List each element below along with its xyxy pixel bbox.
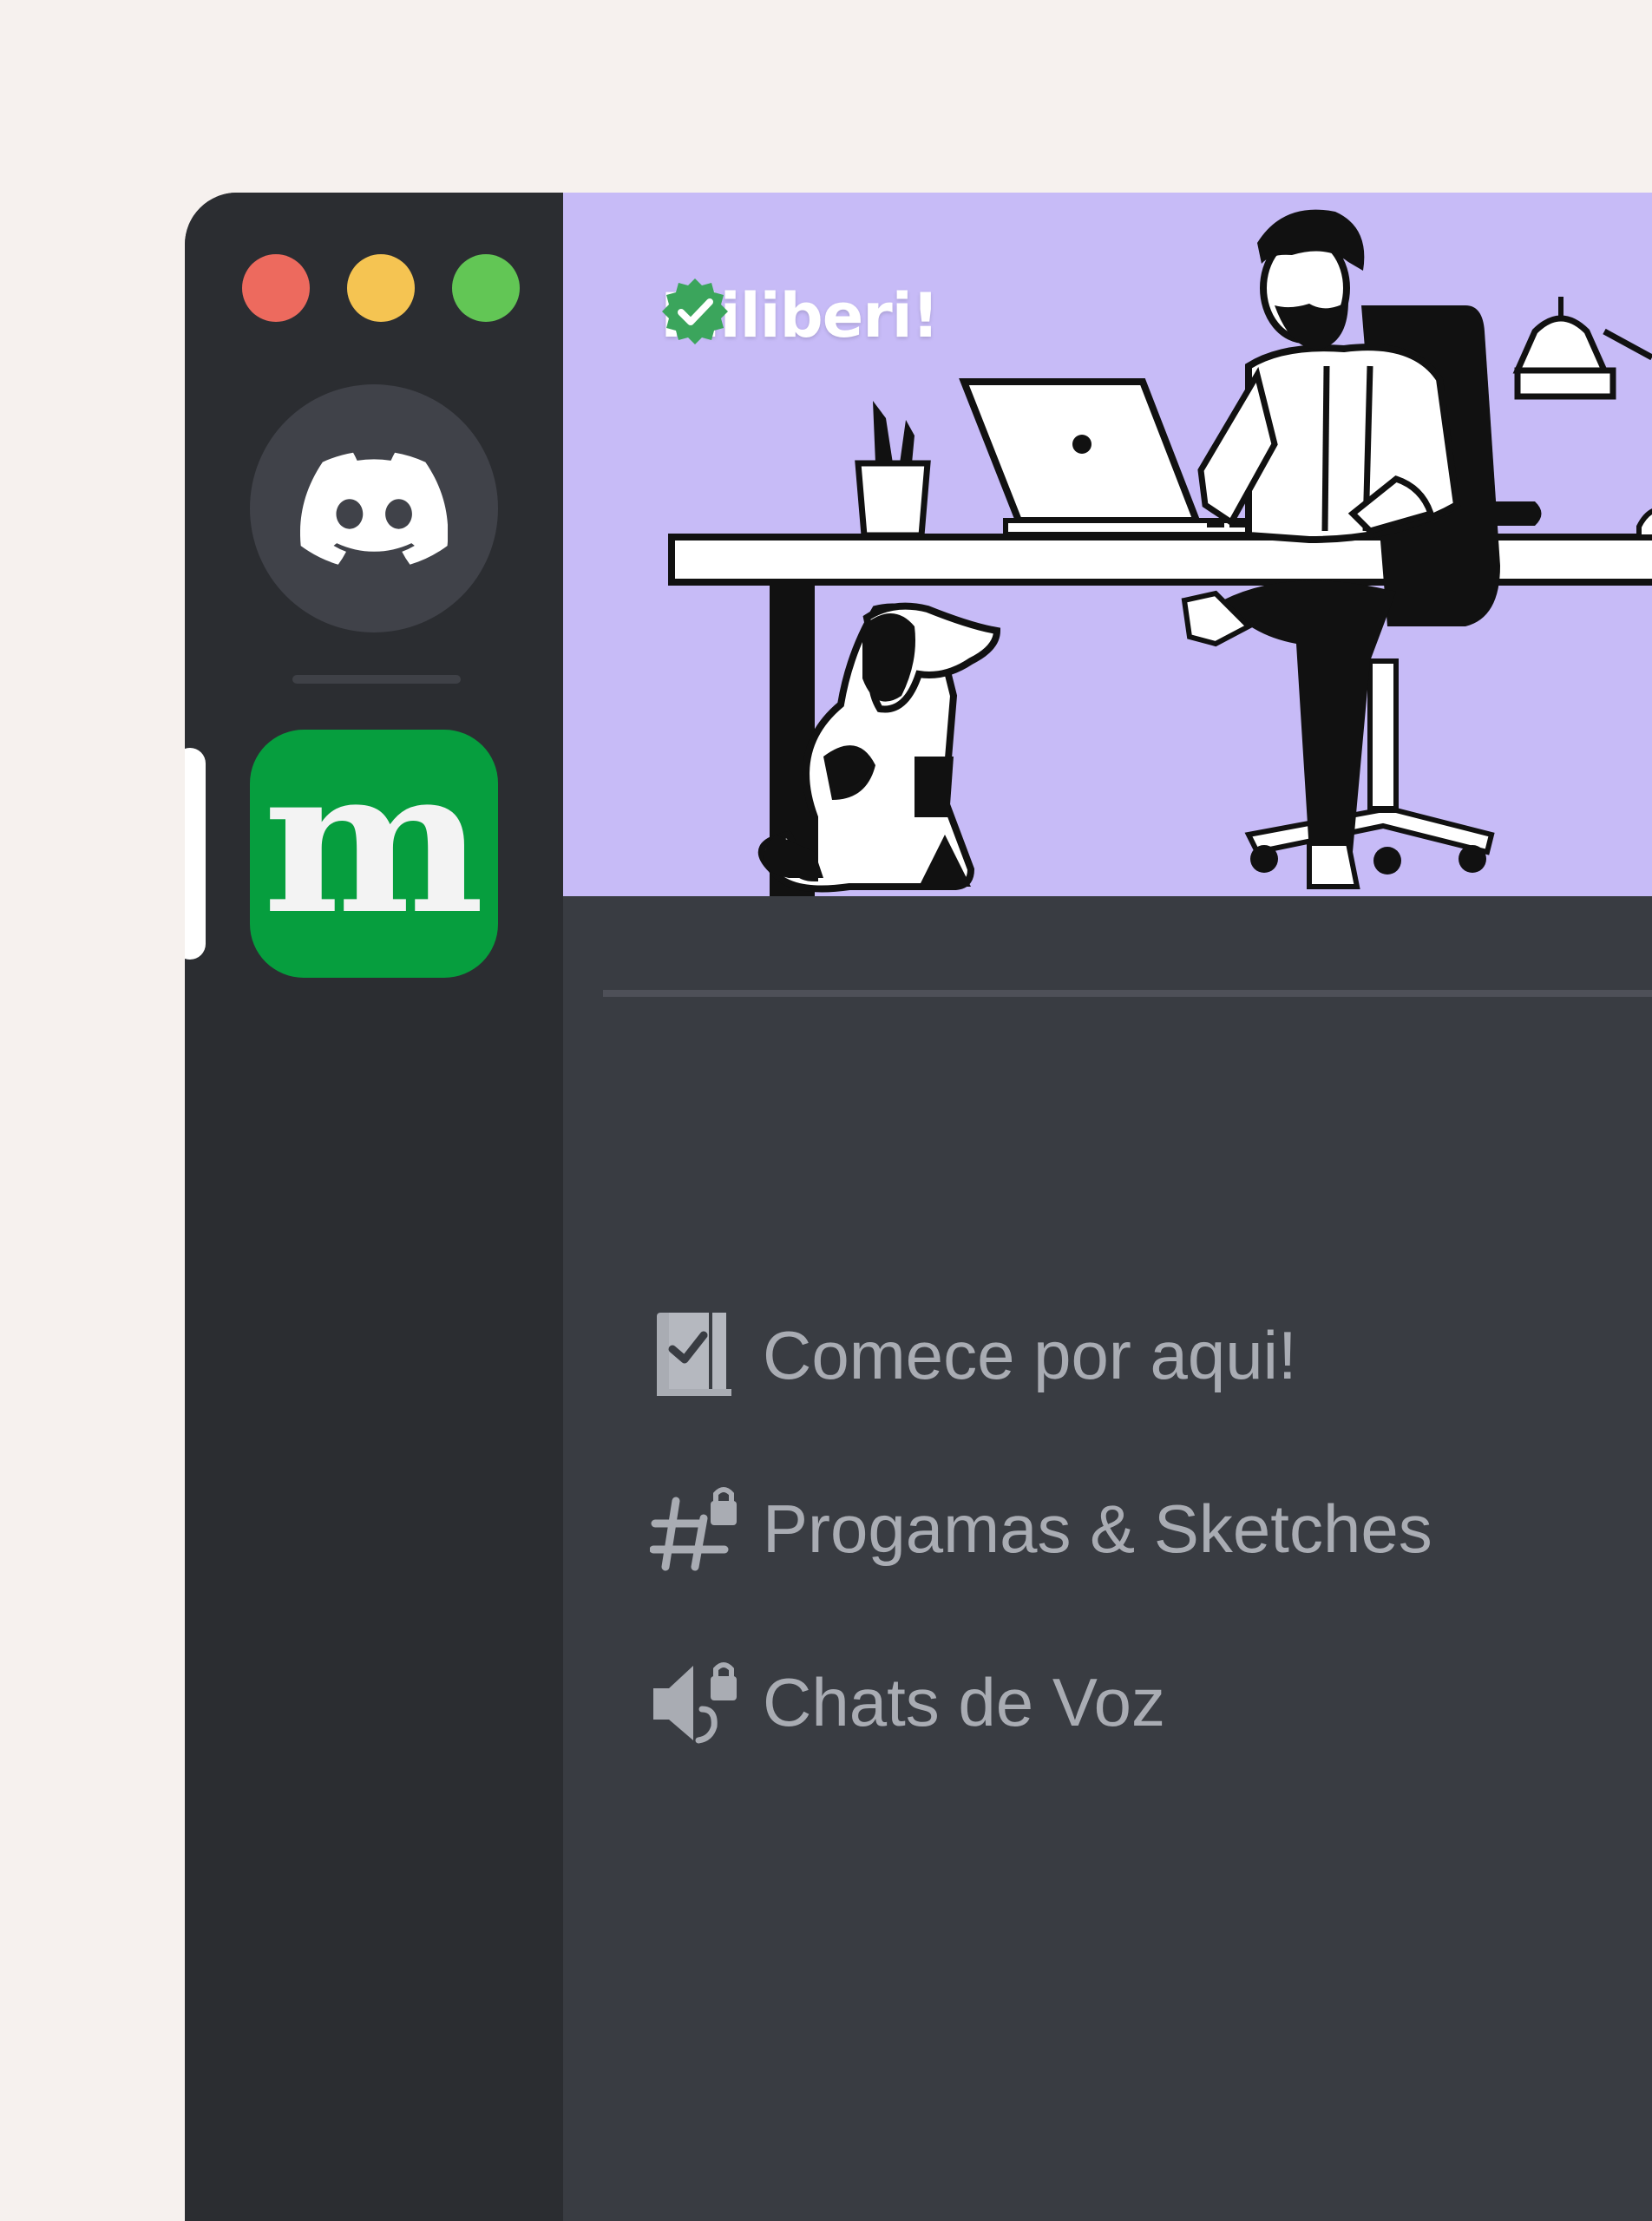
locked-text-channel-icon: [650, 1484, 740, 1574]
verified-badge-icon: [662, 278, 728, 344]
minimize-window-button[interactable]: [347, 254, 415, 322]
channel-item-chats-de-voz[interactable]: Chats de Voz: [650, 1650, 1604, 1754]
locked-voice-channel-icon: [650, 1657, 740, 1747]
channel-item-comece-por-aqui[interactable]: Comece por aqui!: [650, 1303, 1604, 1407]
server-header[interactable]: Miliberi!: [660, 277, 940, 355]
panel-divider: [603, 990, 1652, 997]
rail-divider: [292, 675, 461, 684]
server-icon-letter: m: [263, 724, 485, 959]
channel-label: Progamas & Sketches: [763, 1490, 1432, 1567]
channel-item-progamas-sketches[interactable]: Progamas & Sketches: [650, 1477, 1604, 1581]
channel-label: Comece por aqui!: [763, 1316, 1297, 1393]
server-banner[interactable]: Miliberi!: [563, 193, 1652, 896]
close-window-button[interactable]: [242, 254, 310, 322]
selected-server-indicator: [185, 748, 206, 960]
app-window: m Miliberi! Comece por aqui! Progamas & …: [185, 193, 1652, 2221]
channel-panel: Miliberi! Comece por aqui! Progamas & Sk…: [563, 193, 1652, 2221]
server-rail: m: [185, 193, 563, 2221]
rules-checklist-icon: [650, 1310, 740, 1400]
server-icon-miliberi[interactable]: m: [250, 730, 498, 978]
maximize-window-button[interactable]: [452, 254, 520, 322]
channel-label: Chats de Voz: [763, 1663, 1165, 1740]
discord-icon: [300, 452, 448, 565]
direct-messages-home-button[interactable]: [250, 384, 498, 632]
